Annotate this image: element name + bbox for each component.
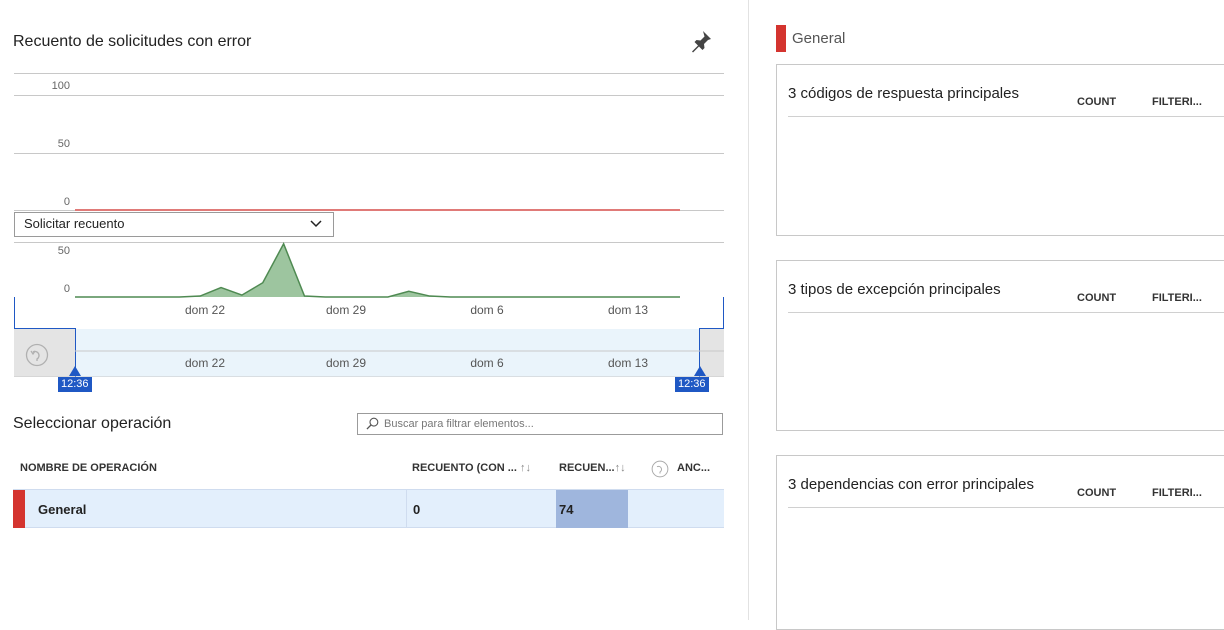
x-tick: dom 29 — [325, 356, 367, 370]
reset-icon[interactable] — [651, 460, 669, 478]
search-placeholder: Buscar para filtrar elementos... — [384, 418, 534, 430]
x-tick: dom 22 — [184, 356, 226, 370]
x-tick: dom 6 — [470, 356, 504, 370]
panel-column-count[interactable]: COUNT — [1077, 487, 1116, 499]
operation-name: General — [38, 502, 87, 517]
column-header-recuen[interactable]: RECUEN...↑↓ — [559, 462, 626, 474]
sort-icon[interactable]: ↑↓ — [520, 462, 531, 474]
sort-icon[interactable]: ↑↓ — [615, 462, 626, 474]
column-divider — [406, 490, 407, 528]
y-tick: 0 — [63, 196, 70, 208]
section-label: General — [792, 30, 846, 47]
operation-count: 0 — [413, 502, 421, 517]
section-color-marker — [776, 25, 786, 52]
area-fill — [75, 243, 680, 297]
column-header-count-label: RECUENTO (CON ... — [412, 462, 517, 474]
chart-title: Recuento de solicitudes con error — [13, 33, 252, 50]
x-tick: dom 13 — [607, 303, 649, 317]
vertical-divider — [748, 0, 749, 620]
y-tick: 100 — [51, 80, 70, 92]
range-start-handle-icon[interactable] — [69, 366, 81, 376]
panel-title: 3 tipos de excepción principales — [788, 281, 1001, 298]
column-header-recuen-label: RECUEN... — [559, 462, 615, 474]
table-row[interactable]: General 0 74 — [13, 489, 724, 528]
range-end-handle-icon[interactable] — [694, 366, 706, 376]
panel-divider — [788, 116, 1224, 117]
column-header-count[interactable]: RECUENTO (CON ... ↑↓ — [412, 462, 531, 474]
gridline — [14, 153, 724, 154]
x-tick: dom 29 — [325, 303, 367, 317]
operations-title: Seleccionar operación — [13, 415, 172, 432]
gridline — [14, 95, 724, 96]
pin-icon[interactable] — [688, 29, 714, 53]
panel-title: 3 dependencias con error principales — [788, 476, 1034, 493]
row-color-marker — [13, 490, 25, 528]
search-icon — [366, 417, 379, 430]
request-count-area-chart — [75, 242, 680, 298]
column-header-anc[interactable]: ANC... — [677, 462, 710, 474]
metric-dropdown[interactable]: Solicitar recuento — [14, 212, 334, 237]
response-codes-panel: 3 códigos de respuesta principales COUNT… — [776, 64, 1224, 236]
reset-zoom-icon[interactable] — [25, 343, 49, 367]
panel-title: 3 códigos de respuesta principales — [788, 85, 1019, 102]
operation-recuen: 74 — [559, 502, 574, 517]
range-end-time: 12:36 — [675, 377, 709, 392]
panel-divider — [788, 312, 1224, 313]
gridline — [14, 73, 724, 74]
x-tick: dom 13 — [607, 356, 649, 370]
exception-types-panel: 3 tipos de excepción principales COUNT F… — [776, 260, 1224, 431]
chevron-down-icon — [310, 220, 322, 228]
x-tick: dom 6 — [470, 303, 504, 317]
x-tick: dom 22 — [184, 303, 226, 317]
failed-requests-line — [75, 209, 680, 211]
panel-column-filter[interactable]: FILTERI... — [1152, 487, 1202, 499]
metric-dropdown-label: Solicitar recuento — [24, 216, 125, 231]
panel-column-count[interactable]: COUNT — [1077, 96, 1116, 108]
panel-column-filter[interactable]: FILTERI... — [1152, 292, 1202, 304]
range-start-time: 12:36 — [58, 377, 92, 392]
y-tick: 50 — [57, 138, 70, 150]
column-header-name[interactable]: NOMBRE DE OPERACIÓN — [20, 462, 157, 474]
panel-column-filter[interactable]: FILTERI... — [1152, 96, 1202, 108]
search-input[interactable]: Buscar para filtrar elementos... — [357, 413, 723, 435]
panel-column-count[interactable]: COUNT — [1077, 292, 1116, 304]
series-line — [75, 242, 680, 298]
panel-divider — [788, 507, 1224, 508]
failed-dependencies-panel: 3 dependencias con error principales COU… — [776, 455, 1224, 630]
